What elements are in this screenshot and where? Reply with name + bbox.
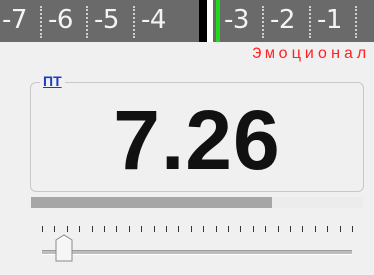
slider-tick: [302, 226, 303, 232]
slider-tick: [104, 226, 105, 232]
scale-separator: [355, 6, 357, 38]
scale-separator: [86, 6, 88, 38]
scale-separator: [262, 6, 264, 38]
value-display: 7.26: [113, 93, 281, 187]
slider-tick: [42, 226, 43, 232]
slider-track[interactable]: [42, 250, 352, 255]
slider-tick: [141, 226, 142, 232]
slider-tick: [178, 226, 179, 232]
slider-tick: [216, 226, 217, 232]
slider-tick: [253, 226, 254, 232]
slider-tick: [290, 226, 291, 232]
slider-tick: [203, 226, 204, 232]
slider-tick: [54, 226, 55, 232]
slider-tick: [278, 226, 279, 232]
scale-marker-black: [199, 0, 207, 42]
slider-tick: [92, 226, 93, 232]
slider-tick: [315, 226, 316, 232]
slider-tick: [352, 226, 353, 232]
progress-bar: [31, 197, 363, 208]
slider-tick: [265, 226, 266, 232]
slider-tick: [67, 226, 68, 232]
panel-tab-link[interactable]: ПТ: [40, 72, 65, 90]
scale-marker-green: [216, 0, 220, 42]
scale-tick-label: -4: [141, 5, 166, 35]
slider-tick: [240, 226, 241, 232]
progress-fill: [31, 197, 272, 208]
slider-tick: [154, 226, 155, 232]
slider-thumb[interactable]: [55, 234, 73, 262]
emotion-label: Эмоционал: [252, 45, 370, 63]
slider-tick: [116, 226, 117, 232]
scale-tick-label: -7: [2, 5, 27, 35]
slider-tick: [191, 226, 192, 232]
slider-tick: [129, 226, 130, 232]
scale-tick-label: -6: [48, 5, 73, 35]
scale-tick-label: -2: [270, 5, 295, 35]
slider-tick: [166, 226, 167, 232]
scale-tick-label: -5: [94, 5, 119, 35]
scale-tick-label: -3: [224, 5, 249, 35]
slider[interactable]: [40, 226, 360, 266]
app-window: -7 -6 -5 -4 -3 -2 -1 Эмоционал ПТ 7.26: [0, 0, 374, 275]
scale-separator: [309, 6, 311, 38]
scale-separator: [40, 6, 42, 38]
slider-ticks: [40, 226, 360, 236]
slider-tick: [327, 226, 328, 232]
slider-tick: [340, 226, 341, 232]
scale-separator: [133, 6, 135, 38]
scale-tick-label: -1: [317, 5, 342, 35]
slider-tick: [228, 226, 229, 232]
scale-marker-white: [207, 0, 213, 42]
scale-strip: -7 -6 -5 -4 -3 -2 -1: [0, 0, 374, 42]
slider-tick: [79, 226, 80, 232]
